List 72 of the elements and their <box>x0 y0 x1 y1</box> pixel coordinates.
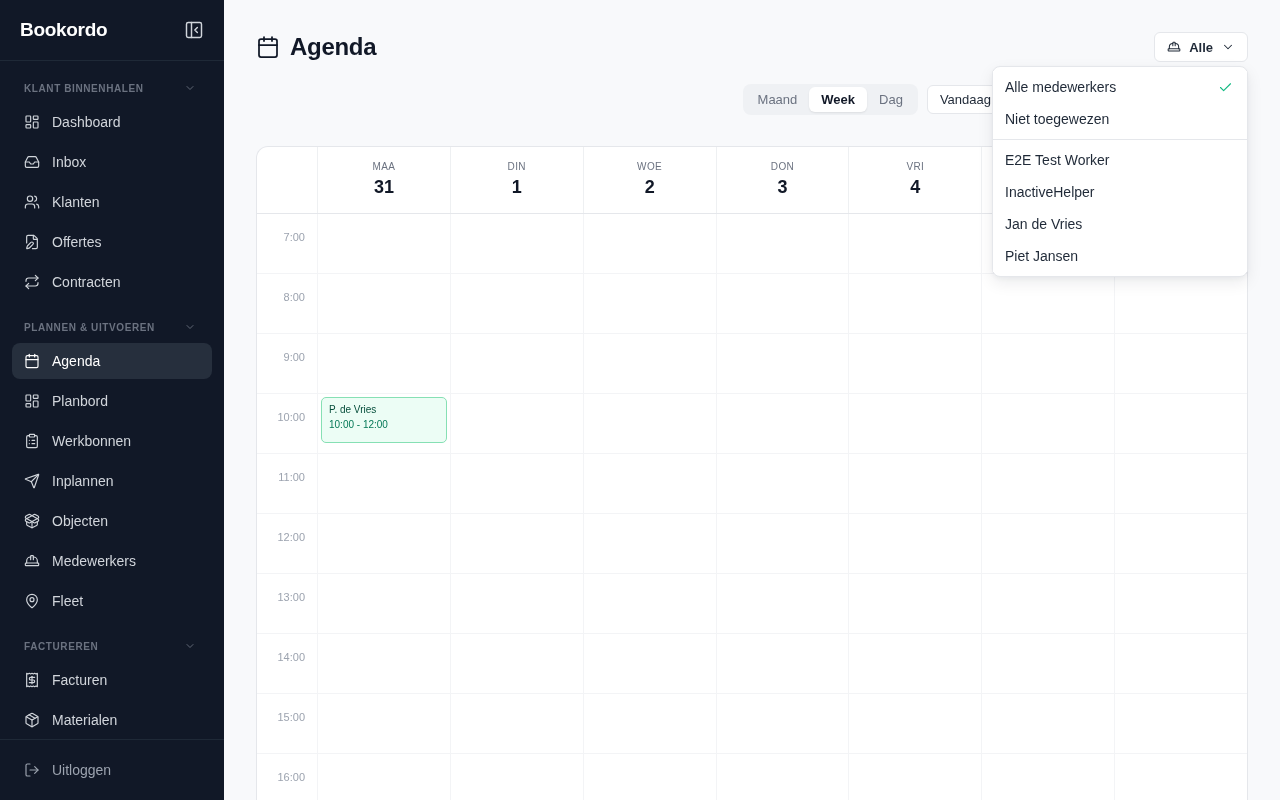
calendar-event[interactable]: P. de Vries 10:00 - 12:00 <box>321 397 447 443</box>
weekday-label: MAA <box>372 161 396 172</box>
date-label: 4 <box>910 177 921 198</box>
weekday-label: VRI <box>906 161 925 172</box>
time-label: 8:00 <box>283 291 305 304</box>
sidebar-item[interactable]: Objecten <box>12 503 212 539</box>
sidebar-item[interactable]: Facturen <box>12 662 212 698</box>
users-icon <box>24 194 40 210</box>
clipboard-icon <box>24 433 40 449</box>
panel-left-icon <box>184 20 204 40</box>
repeat-icon <box>24 274 40 290</box>
time-label: 12:00 <box>277 531 305 544</box>
filter-dropdown[interactable]: Alle <box>1154 32 1248 62</box>
time-label: 7:00 <box>283 231 305 244</box>
logo: Bookordo <box>20 19 108 41</box>
sidebar-item[interactable]: Medewerkers <box>12 543 212 579</box>
sidebar-item[interactable]: Offertes <box>12 224 212 260</box>
menu-option[interactable]: Jan de Vries <box>993 208 1247 240</box>
view-tab[interactable]: Maand <box>745 87 810 112</box>
time-label: 10:00 <box>277 411 305 424</box>
logout-button[interactable]: Uitloggen <box>12 752 212 788</box>
box-icon <box>24 513 40 529</box>
sidebar-item[interactable]: Inbox <box>12 144 212 180</box>
event-title: P. de Vries <box>329 404 378 415</box>
calendar-icon <box>24 353 40 369</box>
menu-option[interactable]: Piet Jansen <box>993 240 1247 272</box>
date-label: 1 <box>511 177 522 198</box>
time-label: 13:00 <box>277 591 305 604</box>
sidebar-item[interactable]: Agenda <box>12 343 212 379</box>
sidebar-item[interactable]: Klanten <box>12 184 212 220</box>
event-time: 10:00 - 12:00 <box>329 419 389 430</box>
date-label: 31 <box>373 177 394 198</box>
hard-hat-icon <box>24 553 40 569</box>
sidebar-item[interactable]: Materialen <box>12 702 212 738</box>
weekday-label: DON <box>770 161 795 172</box>
sidebar-item[interactable]: Fleet <box>12 583 212 619</box>
page-title: Agenda <box>290 33 377 61</box>
paper-plane-icon <box>24 473 40 489</box>
view-tab[interactable]: Week <box>809 87 868 112</box>
hard-hat-icon <box>1167 40 1182 54</box>
dashboard-icon <box>24 114 40 130</box>
time-label: 14:00 <box>277 651 305 664</box>
calendar-icon <box>256 35 280 59</box>
sidebar-item[interactable]: Werkbonnen <box>12 423 212 459</box>
time-label: 11:00 <box>278 471 305 484</box>
file-pen-icon <box>24 234 40 250</box>
package-icon <box>24 712 40 728</box>
menu-option[interactable]: Alle medewerkers <box>993 71 1247 103</box>
sidebar-item[interactable]: Dashboard <box>12 104 212 140</box>
time-label: 16:00 <box>277 771 305 784</box>
sidebar-item[interactable]: Planbord <box>12 383 212 419</box>
date-label: 2 <box>644 177 655 198</box>
section-toggle[interactable]: KLANT BINNENHALEN <box>12 76 212 100</box>
logout-icon <box>24 762 40 778</box>
menu-option[interactable]: InactiveHelper <box>993 176 1247 208</box>
sidebar-item[interactable]: Inplannen <box>12 463 212 499</box>
time-label: 9:00 <box>283 351 305 364</box>
time-label: 15:00 <box>277 711 305 724</box>
menu-option[interactable]: E2E Test Worker <box>993 144 1247 176</box>
sidebar-item[interactable]: Contracten <box>12 264 212 300</box>
view-tab[interactable]: Dag <box>867 87 915 112</box>
inbox-icon <box>24 154 40 170</box>
map-pin-icon <box>24 593 40 609</box>
weekday-label: WOE <box>637 161 663 172</box>
collapse-button[interactable] <box>184 20 204 40</box>
date-label: 3 <box>777 177 788 198</box>
weekday-label: DIN <box>507 161 526 172</box>
receipt-icon <box>24 672 40 688</box>
section-toggle[interactable]: PLANNEN & UITVOEREN <box>12 315 212 339</box>
dashboard-icon <box>24 393 40 409</box>
menu-option[interactable]: Niet toegewezen <box>993 103 1247 135</box>
section-toggle[interactable]: FACTUREREN <box>12 634 212 658</box>
